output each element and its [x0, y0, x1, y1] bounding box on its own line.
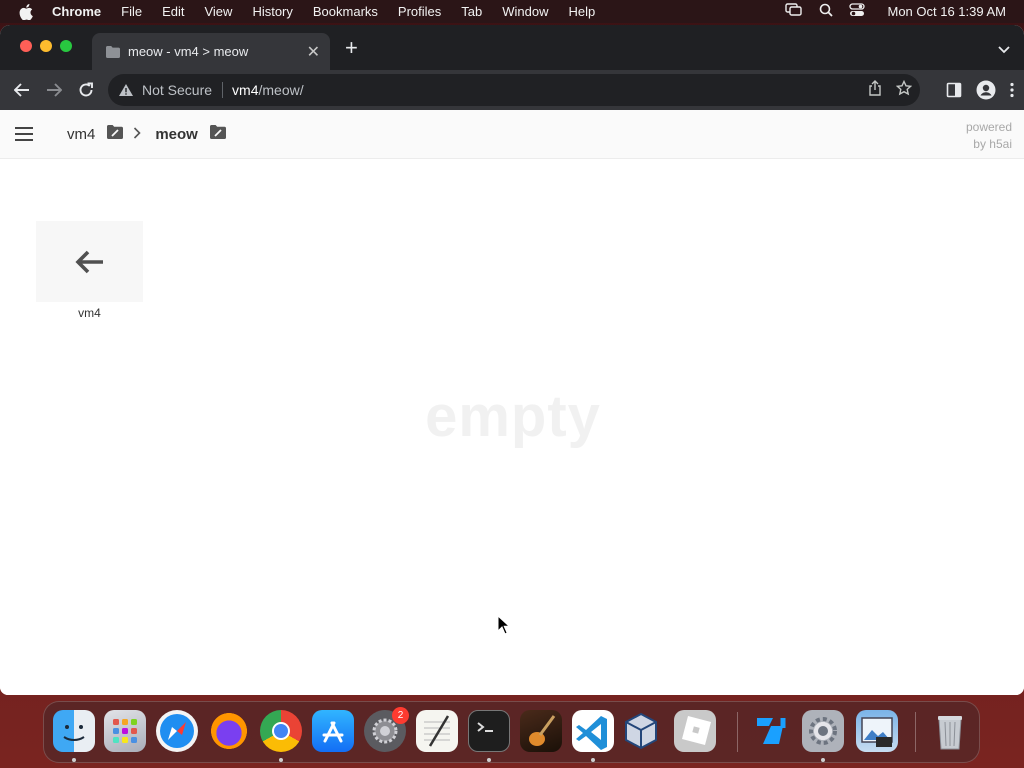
menu-view[interactable]: View: [204, 4, 232, 19]
menubar-clock[interactable]: Mon Oct 16 1:39 AM: [887, 4, 1006, 19]
roblox-icon[interactable]: [674, 710, 716, 752]
parent-folder-label[interactable]: vm4: [36, 306, 143, 320]
url-host: vm4: [232, 82, 259, 98]
security-label[interactable]: Not Secure: [142, 82, 212, 98]
virtualbox-icon[interactable]: [620, 710, 662, 752]
minimize-window-button[interactable]: [40, 40, 52, 52]
menu-window[interactable]: Window: [502, 4, 548, 19]
menu-hamburger-icon[interactable]: [15, 127, 33, 146]
preview-icon[interactable]: [856, 710, 898, 752]
breadcrumb-item-vm4[interactable]: vm4: [67, 126, 95, 143]
macos-dock: 2: [43, 701, 980, 763]
chrome-running-indicator: [279, 758, 283, 762]
reload-button[interactable]: [76, 80, 96, 100]
folder-favicon-icon: [106, 45, 120, 58]
finder-running-indicator: [72, 758, 76, 762]
close-window-button[interactable]: [20, 40, 32, 52]
empty-folder-text: empty: [425, 384, 601, 449]
powered-line: powered: [965, 120, 1012, 134]
side-panel-icon[interactable]: [946, 82, 962, 103]
tab-search-chevron-icon[interactable]: [998, 41, 1010, 59]
menu-profiles[interactable]: Profiles: [398, 4, 441, 19]
dock-separator: [737, 712, 738, 752]
warning-triangle-icon[interactable]: [118, 81, 136, 99]
screen-mirroring-icon[interactable]: [785, 3, 803, 20]
menu-help[interactable]: Help: [569, 4, 596, 19]
toolbar-right-actions: [946, 80, 1014, 105]
tab-strip: meow - vm4 > meow ✕ +: [0, 25, 1024, 70]
menu-app-name[interactable]: Chrome: [52, 4, 101, 19]
forward-button[interactable]: [44, 80, 64, 100]
new-tab-button[interactable]: +: [345, 37, 358, 59]
app-store-icon[interactable]: [312, 710, 354, 752]
tab-title: meow - vm4 > meow: [128, 44, 249, 59]
menu-edit[interactable]: Edit: [162, 4, 184, 19]
profile-avatar-icon[interactable]: [976, 80, 996, 105]
back-arrow-icon: [74, 250, 103, 273]
back-button[interactable]: [12, 80, 32, 100]
browser-toolbar: Not Secure vm4/meow/: [0, 70, 1024, 110]
roblox-studio-icon[interactable]: [749, 710, 791, 752]
mouse-cursor-icon: [497, 614, 511, 640]
firefox-icon[interactable]: [208, 710, 250, 752]
window-controls: [20, 40, 72, 52]
omnibox-actions: [868, 79, 913, 99]
notification-badge: 2: [392, 707, 409, 724]
menu-history[interactable]: History: [252, 4, 292, 19]
tab-close-icon[interactable]: ✕: [307, 42, 320, 62]
finder-icon[interactable]: [53, 710, 95, 752]
parent-folder-tile[interactable]: [36, 221, 143, 302]
control-center-icon[interactable]: [849, 3, 866, 20]
omnibox-separator: [222, 82, 224, 98]
powered-by-credit[interactable]: powered by h5ai: [966, 119, 1012, 153]
menu-file[interactable]: File: [121, 4, 142, 19]
menu-tab[interactable]: Tab: [461, 4, 482, 19]
garageband-icon[interactable]: [520, 710, 562, 752]
dock-separator-trash: [915, 712, 916, 752]
terminal-running-indicator: [487, 758, 491, 762]
breadcrumb-item-meow[interactable]: meow: [155, 126, 198, 143]
by-h5ai-line: by h5ai: [973, 137, 1012, 151]
address-bar[interactable]: Not Secure vm4/meow/: [108, 74, 920, 106]
folder-icon: [107, 125, 124, 143]
breadcrumb: vm4 meow: [67, 125, 226, 143]
trash-icon[interactable]: [929, 710, 971, 752]
folder-icon: [209, 125, 226, 143]
menubar-status-area: Mon Oct 16 1:39 AM: [785, 0, 1006, 23]
safari-icon[interactable]: [156, 710, 198, 752]
chrome-menu-icon[interactable]: [1010, 82, 1014, 103]
zoom-window-button[interactable]: [60, 40, 72, 52]
share-icon[interactable]: [868, 80, 882, 99]
launchpad-icon[interactable]: [104, 710, 146, 752]
chrome-icon[interactable]: [260, 710, 302, 752]
system-settings-icon[interactable]: [802, 710, 844, 752]
bookmark-star-icon[interactable]: [895, 79, 913, 99]
web-page-content: vm4 meow powered by h5ai vm4 empty: [0, 110, 1024, 695]
vscode-icon[interactable]: [572, 710, 614, 752]
breadcrumb-chevron-icon: [133, 126, 141, 143]
system-settings-running-indicator: [821, 758, 825, 762]
h5ai-topbar: vm4 meow powered by h5ai: [0, 110, 1024, 159]
spotlight-search-icon[interactable]: [819, 3, 834, 20]
menu-bookmarks[interactable]: Bookmarks: [313, 4, 378, 19]
vscode-running-indicator: [591, 758, 595, 762]
tab-active[interactable]: meow - vm4 > meow ✕: [92, 33, 330, 70]
url-path: /meow/: [258, 82, 304, 98]
chrome-window: meow - vm4 > meow ✕ + Not Secure vm4/meo…: [0, 25, 1024, 695]
textedit-icon[interactable]: [416, 710, 458, 752]
macos-menubar: Chrome File Edit View History Bookmarks …: [0, 0, 1024, 23]
apple-icon[interactable]: [19, 3, 35, 20]
terminal-icon[interactable]: [468, 710, 510, 752]
